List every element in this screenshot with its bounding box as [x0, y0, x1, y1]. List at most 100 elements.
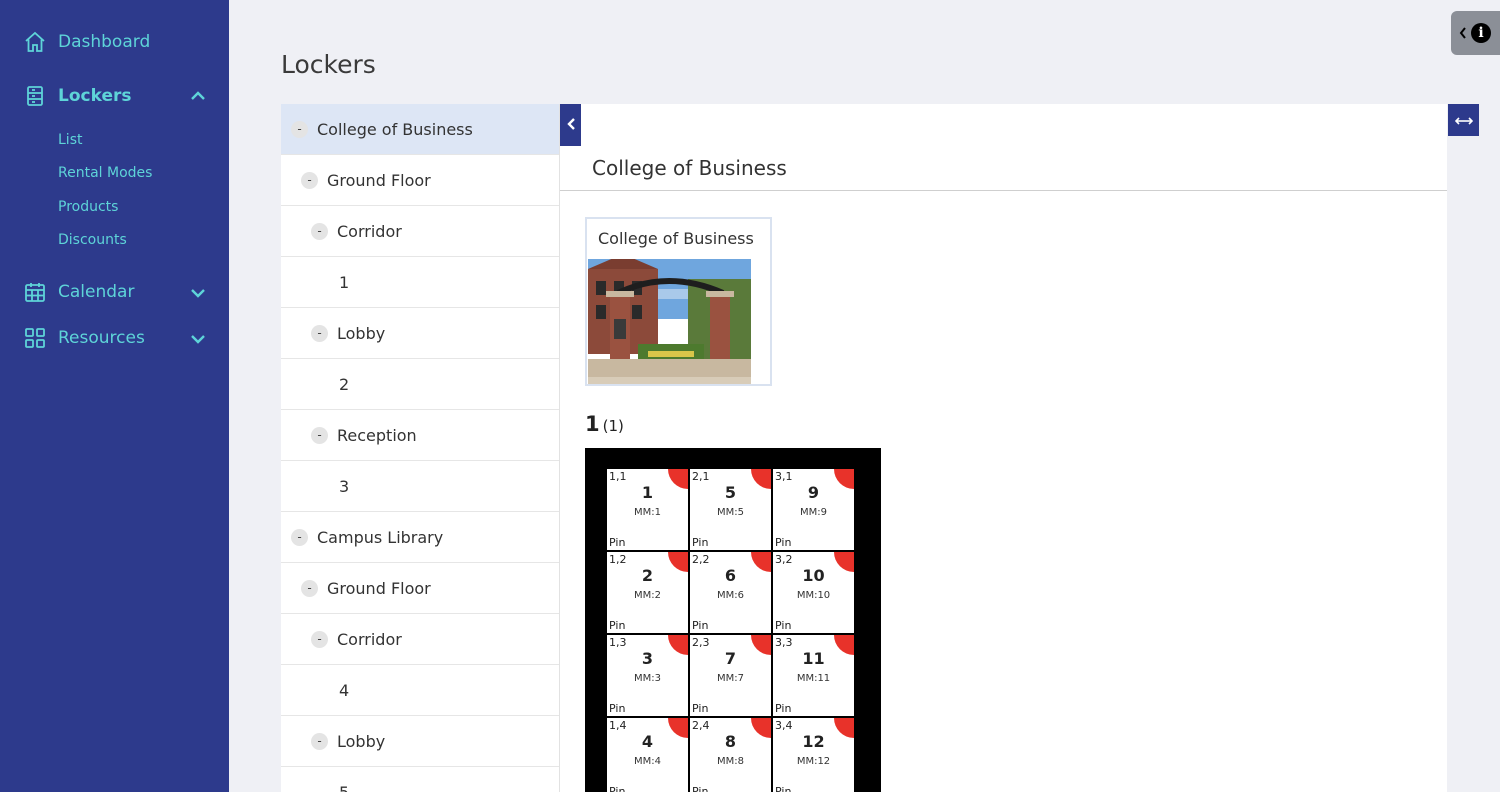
locker-mm: MM:2: [634, 590, 661, 601]
sidebar-item-list[interactable]: List: [58, 132, 82, 148]
locker-pin: Pin: [775, 619, 792, 632]
tree-toggle-button[interactable]: -: [311, 324, 328, 342]
tree-toggle-button[interactable]: -: [291, 528, 308, 546]
locker-coord: 2,4: [692, 719, 710, 732]
locker-number: 3: [641, 649, 654, 668]
locker-cell[interactable]: 1,2 2 MM:2 Pin: [607, 552, 688, 633]
tree-item[interactable]: - College of Business: [281, 104, 559, 155]
tree-toggle-button[interactable]: -: [311, 426, 328, 444]
locker-number: 4: [641, 732, 654, 751]
locker-pin: Pin: [692, 702, 709, 715]
locker-cell[interactable]: 1,1 1 MM:1 Pin: [607, 469, 688, 550]
nav-dashboard-label: Dashboard: [58, 32, 151, 52]
nav-dashboard[interactable]: Dashboard: [24, 31, 150, 53]
tree-toggle-button[interactable]: -: [301, 579, 318, 597]
locker-icon: [24, 85, 46, 107]
nav-calendar[interactable]: Calendar: [24, 281, 134, 303]
grid-icon: [24, 327, 46, 349]
nav-resources[interactable]: Resources: [24, 327, 145, 349]
info-icon: i: [1471, 23, 1491, 43]
tree-item[interactable]: 2: [281, 359, 559, 410]
tree-item-label: Lobby: [337, 731, 386, 751]
locker-cell[interactable]: 3,3 11 MM:11 Pin: [773, 635, 854, 716]
locker-pin: Pin: [609, 619, 626, 632]
nav-resources-label: Resources: [58, 328, 145, 348]
tree-item[interactable]: - Ground Floor: [281, 155, 559, 206]
locker-coord: 1,1: [609, 470, 627, 483]
tree-item[interactable]: - Lobby: [281, 716, 559, 767]
sidebar-item-rental-modes[interactable]: Rental Modes: [58, 165, 152, 181]
tree-toggle-button[interactable]: -: [291, 120, 308, 138]
tree-item[interactable]: 5: [281, 767, 559, 792]
locker-cell[interactable]: 2,1 5 MM:5 Pin: [690, 469, 771, 550]
locker-cell[interactable]: 3,1 9 MM:9 Pin: [773, 469, 854, 550]
location-tree: - College of Business - Ground Floor - Corrid…: [281, 104, 560, 792]
locker-mm: MM:10: [796, 590, 831, 601]
locker-mm: MM:1: [634, 507, 661, 518]
sidebar-item-discounts[interactable]: Discounts: [58, 232, 127, 248]
divider: [560, 190, 1447, 191]
expand-horizontal-icon: [1454, 111, 1473, 130]
tree-item-label: Corridor: [337, 629, 402, 649]
calendar-icon: [24, 281, 46, 303]
locker-cell[interactable]: 2,4 8 MM:8 Pin: [690, 718, 771, 792]
tree-item[interactable]: 4: [281, 665, 559, 716]
locker-cell[interactable]: 1,3 3 MM:3 Pin: [607, 635, 688, 716]
locker-coord: 2,2: [692, 553, 710, 566]
tree-item[interactable]: 1: [281, 257, 559, 308]
location-card[interactable]: College of Business: [585, 217, 772, 386]
nav-lockers[interactable]: Lockers: [24, 85, 131, 107]
tree-item[interactable]: - Campus Library: [281, 512, 559, 563]
expand-width-button[interactable]: [1448, 104, 1479, 136]
locker-mm: MM:3: [634, 673, 661, 684]
tree-item[interactable]: - Corridor: [281, 206, 559, 257]
tree-toggle-button[interactable]: -: [301, 171, 318, 189]
locker-coord: 3,4: [775, 719, 793, 732]
tree-item[interactable]: 3: [281, 461, 559, 512]
locker-coord: 2,3: [692, 636, 710, 649]
chevron-down-icon[interactable]: [190, 331, 206, 350]
locker-bank-title: 1 (1): [585, 412, 624, 436]
collapse-tree-button[interactable]: [560, 104, 581, 146]
locker-number: 12: [802, 732, 825, 751]
card-title: College of Business: [598, 229, 754, 248]
tree-item-label: 2: [339, 374, 350, 394]
info-panel-toggle[interactable]: i: [1451, 11, 1500, 55]
locker-coord: 3,3: [775, 636, 793, 649]
tree-toggle-button[interactable]: -: [311, 732, 328, 750]
sidebar-item-products[interactable]: Products: [58, 199, 118, 215]
locker-number: 8: [724, 732, 737, 751]
tree-item-label: 3: [339, 476, 350, 496]
tree-item[interactable]: - Ground Floor: [281, 563, 559, 614]
chevron-down-icon[interactable]: [190, 285, 206, 304]
nav-calendar-label: Calendar: [58, 282, 135, 302]
page-title: Lockers: [281, 50, 376, 79]
locker-pin: Pin: [609, 785, 626, 792]
tree-item[interactable]: - Corridor: [281, 614, 559, 665]
locker-number: 7: [724, 649, 737, 668]
locker-mm: MM:7: [717, 673, 744, 684]
tree-item[interactable]: - Lobby: [281, 308, 559, 359]
locker-cell[interactable]: 2,3 7 MM:7 Pin: [690, 635, 771, 716]
locker-coord: 1,4: [609, 719, 627, 732]
tree-item[interactable]: - Reception: [281, 410, 559, 461]
locker-number: 5: [724, 483, 737, 502]
locker-pin: Pin: [692, 785, 709, 792]
locker-cell[interactable]: 3,2 10 MM:10 Pin: [773, 552, 854, 633]
tree-item-label: 1: [339, 272, 350, 292]
tree-item-label: Ground Floor: [327, 578, 431, 598]
chevron-left-icon: [566, 116, 576, 135]
tree-item-label: Campus Library: [317, 527, 444, 547]
locker-pin: Pin: [692, 536, 709, 549]
main-panel: College of Business College of Business: [560, 104, 1447, 792]
locker-cell[interactable]: 1,4 4 MM:4 Pin: [607, 718, 688, 792]
locker-pin: Pin: [775, 785, 792, 792]
tree-item-label: Ground Floor: [327, 170, 431, 190]
tree-toggle-button[interactable]: -: [311, 630, 328, 648]
tree-toggle-button[interactable]: -: [311, 222, 328, 240]
building-photo: [588, 259, 751, 384]
locker-cell[interactable]: 2,2 6 MM:6 Pin: [690, 552, 771, 633]
chevron-up-icon[interactable]: [190, 88, 206, 107]
tree-item-label: Corridor: [337, 221, 402, 241]
locker-cell[interactable]: 3,4 12 MM:12 Pin: [773, 718, 854, 792]
